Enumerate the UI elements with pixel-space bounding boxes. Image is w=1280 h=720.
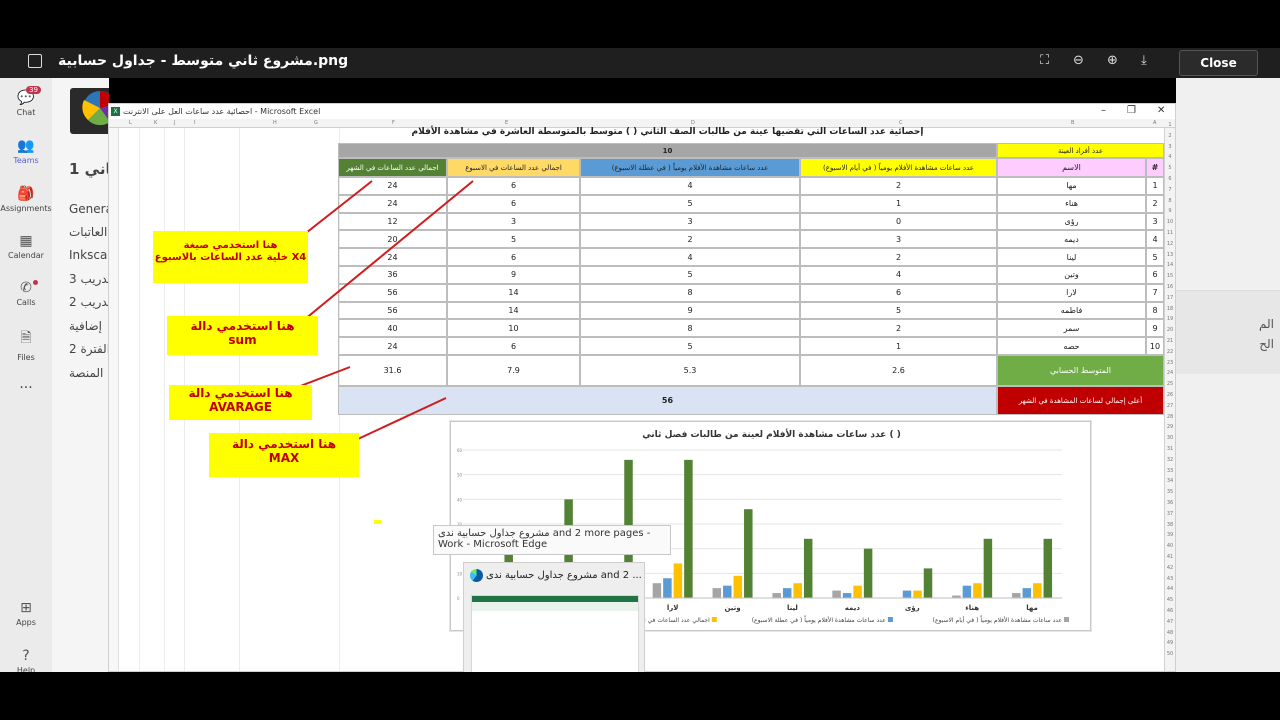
close-button[interactable]: Close bbox=[1179, 50, 1258, 76]
channel-item[interactable]: Inkscape bbox=[69, 248, 109, 262]
apps-icon: ⊞ bbox=[20, 600, 32, 616]
col-letter: K bbox=[154, 120, 158, 126]
col-letter: C bbox=[899, 120, 903, 126]
calendar-icon: ▦ bbox=[19, 233, 33, 249]
letterbox bbox=[0, 672, 1280, 720]
col-letter: A bbox=[1153, 120, 1157, 126]
col-letter: H bbox=[273, 120, 277, 126]
help-icon: ? bbox=[22, 648, 30, 664]
channel-list: ثاني 1 General العاتبات Inkscape تدريب 3… bbox=[52, 78, 109, 672]
zoom-in-icon[interactable]: ⊕ bbox=[1107, 53, 1118, 68]
taskbar-thumbnail[interactable]: مشروع جداول حسابية ندى and 2 ... bbox=[463, 562, 645, 675]
rail-label: Apps bbox=[16, 618, 36, 627]
screen: مشروع ثاني متوسط - جداول حسابية.png ⛶ ⊖ … bbox=[0, 0, 1280, 720]
channel-item[interactable]: تدريب 2 bbox=[69, 295, 109, 309]
channel-item[interactable]: تدريب 3 bbox=[69, 272, 109, 286]
rail-calendar[interactable]: ▦ Calendar bbox=[0, 233, 52, 260]
row-headers bbox=[1164, 128, 1175, 671]
rail-label: Assignments bbox=[0, 204, 52, 213]
rail-label: Teams bbox=[13, 156, 39, 165]
vertical-scrollbar[interactable] bbox=[109, 128, 119, 671]
rail-calls[interactable]: ✆ Calls bbox=[0, 280, 52, 307]
column-headers: L K J I H G F E D C B A bbox=[109, 119, 1175, 128]
thumbnail-preview bbox=[471, 595, 639, 675]
unread-badge: 39 bbox=[26, 86, 41, 94]
rail-apps[interactable]: ⊞ Apps bbox=[0, 600, 52, 627]
right-card: الم الح bbox=[1176, 290, 1280, 374]
image-viewer-header: مشروع ثاني متوسط - جداول حسابية.png ⛶ ⊖ … bbox=[0, 48, 1280, 78]
team-name: ثاني 1 bbox=[69, 160, 109, 178]
rail-chat[interactable]: 💬 39 Chat bbox=[0, 86, 52, 117]
excel-title-bar: X احصائية عدد ساعات العل على الانترنت - … bbox=[109, 104, 1175, 119]
rail-assignments[interactable]: 🎒 Assignments bbox=[0, 186, 52, 213]
download-icon[interactable]: ⤓ bbox=[1141, 53, 1147, 68]
image-file-icon bbox=[28, 54, 42, 68]
channel-item[interactable]: General bbox=[69, 202, 109, 216]
excel-icon: X bbox=[111, 107, 120, 116]
col-letter: B bbox=[1071, 120, 1075, 126]
col-letter: I bbox=[194, 120, 196, 126]
col-letter: F bbox=[392, 120, 395, 126]
teams-icon: 👥 bbox=[17, 138, 35, 154]
col-letter: L bbox=[129, 120, 132, 126]
excel-window-title: احصائية عدد ساعات العل على الانترنت - Mi… bbox=[123, 107, 321, 116]
channel-item[interactable]: إضافية bbox=[69, 319, 102, 333]
right-card-line: الم bbox=[1259, 317, 1274, 331]
col-letter: E bbox=[505, 120, 509, 126]
rail-label: Calendar bbox=[8, 251, 44, 260]
grid-line bbox=[139, 128, 140, 671]
zoom-out-icon[interactable]: ⊖ bbox=[1073, 53, 1084, 68]
col-letter: D bbox=[691, 120, 695, 126]
rail-label: Files bbox=[17, 353, 35, 362]
rail-teams[interactable]: 👥 Teams bbox=[0, 138, 52, 165]
channel-item[interactable]: المنصة bbox=[69, 366, 103, 380]
assignments-icon: 🎒 bbox=[17, 186, 35, 202]
notification-dot bbox=[33, 280, 38, 285]
minimize-icon[interactable]: – bbox=[1101, 105, 1106, 116]
right-card-line: الح bbox=[1259, 337, 1274, 351]
fit-screen-icon[interactable]: ⛶ bbox=[1040, 53, 1049, 68]
app-rail: 💬 39 Chat 👥 Teams 🎒 Assignments ▦ Calend… bbox=[0, 78, 52, 675]
phone-icon: ✆ bbox=[20, 280, 32, 296]
rail-label: Chat bbox=[16, 108, 36, 117]
rail-label: Calls bbox=[16, 298, 36, 307]
grid-line bbox=[164, 128, 165, 671]
channel-item[interactable]: الفترة 2 bbox=[69, 342, 109, 356]
preview-toolbar bbox=[472, 602, 638, 611]
channel-item[interactable]: العاتبات bbox=[69, 225, 107, 239]
file-icon: 🗎 bbox=[20, 330, 32, 346]
thumbnail-title: مشروع جداول حسابية ندى and 2 ... bbox=[486, 570, 642, 581]
rail-help[interactable]: ? Help bbox=[0, 648, 52, 675]
edge-browser-icon bbox=[470, 569, 483, 582]
team-avatar[interactable] bbox=[70, 88, 109, 134]
col-letter: J bbox=[174, 120, 176, 126]
more-apps-button[interactable]: ... bbox=[0, 376, 52, 392]
right-pane: الم الح bbox=[1176, 78, 1280, 672]
grid-line bbox=[339, 128, 340, 671]
rail-files[interactable]: 🗎 Files bbox=[0, 327, 52, 362]
close-window-icon[interactable]: ✕ bbox=[1157, 105, 1165, 116]
pie-chart-icon bbox=[82, 91, 109, 126]
grid-line bbox=[239, 128, 240, 671]
grid-line bbox=[184, 128, 185, 671]
taskbar-tooltip: مشروع جداول حسابية ندى and 2 more pages … bbox=[433, 525, 671, 555]
file-title: مشروع ثاني متوسط - جداول حسابية.png bbox=[58, 53, 349, 69]
maximize-icon[interactable]: ❐ bbox=[1127, 105, 1136, 116]
col-letter: G bbox=[314, 120, 318, 126]
